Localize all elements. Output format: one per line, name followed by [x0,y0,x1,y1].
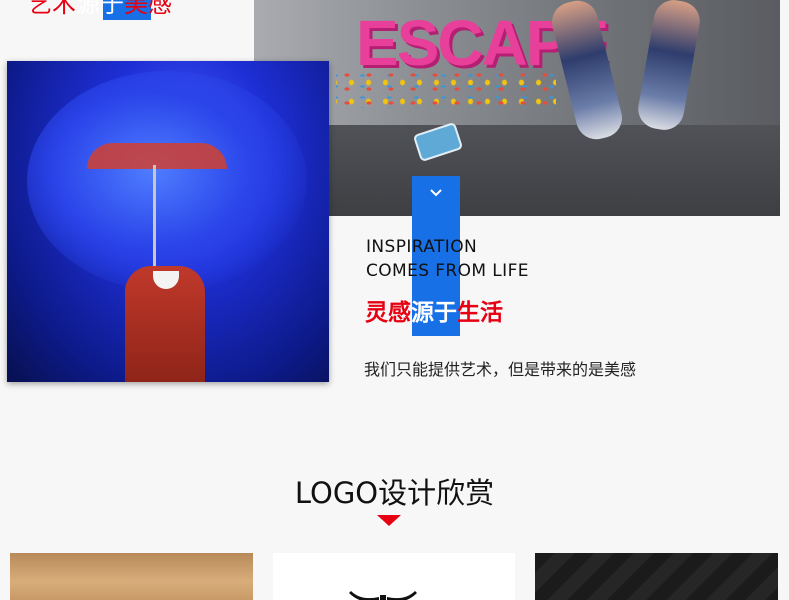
top-heading-part1: 艺术 [28,0,76,18]
inspiration-tagline: 我们只能提供艺术，但是带来的是美感 [364,360,637,379]
triangle-down-icon [377,515,401,526]
umbrella-handle [153,165,156,275]
top-heading-part3: 美感 [124,0,172,18]
logo-section-title: LOGO设计欣赏 [294,476,495,510]
photo-blue-smoke-umbrella [7,61,329,382]
photo-ground [254,125,780,216]
umbrella [87,143,227,169]
logo-thumbnail-1[interactable] [10,553,253,600]
top-heading-part2: 源于 [76,0,124,18]
logo-thumbnail-2[interactable] [273,553,515,600]
toy-blocks [336,68,556,108]
cn-title-part2: 源于 [411,300,457,326]
horn-logo-icon [349,591,417,600]
inspiration-line2: COMES FROM LIFE [366,261,529,281]
inspiration-cn-title: 灵感源于生活 [365,293,503,327]
smoke-cloud [27,71,307,291]
chevron-down-icon[interactable] [412,188,460,198]
logo-thumbnail-3[interactable] [535,553,778,600]
top-heading: 艺术源于美感 [28,0,172,20]
cn-title-part3: 生活 [457,300,503,326]
photo-escape-runners: ESCAPE [254,0,780,216]
inspiration-line1: INSPIRATION [366,237,478,257]
cn-title-part1: 灵感 [365,300,411,326]
